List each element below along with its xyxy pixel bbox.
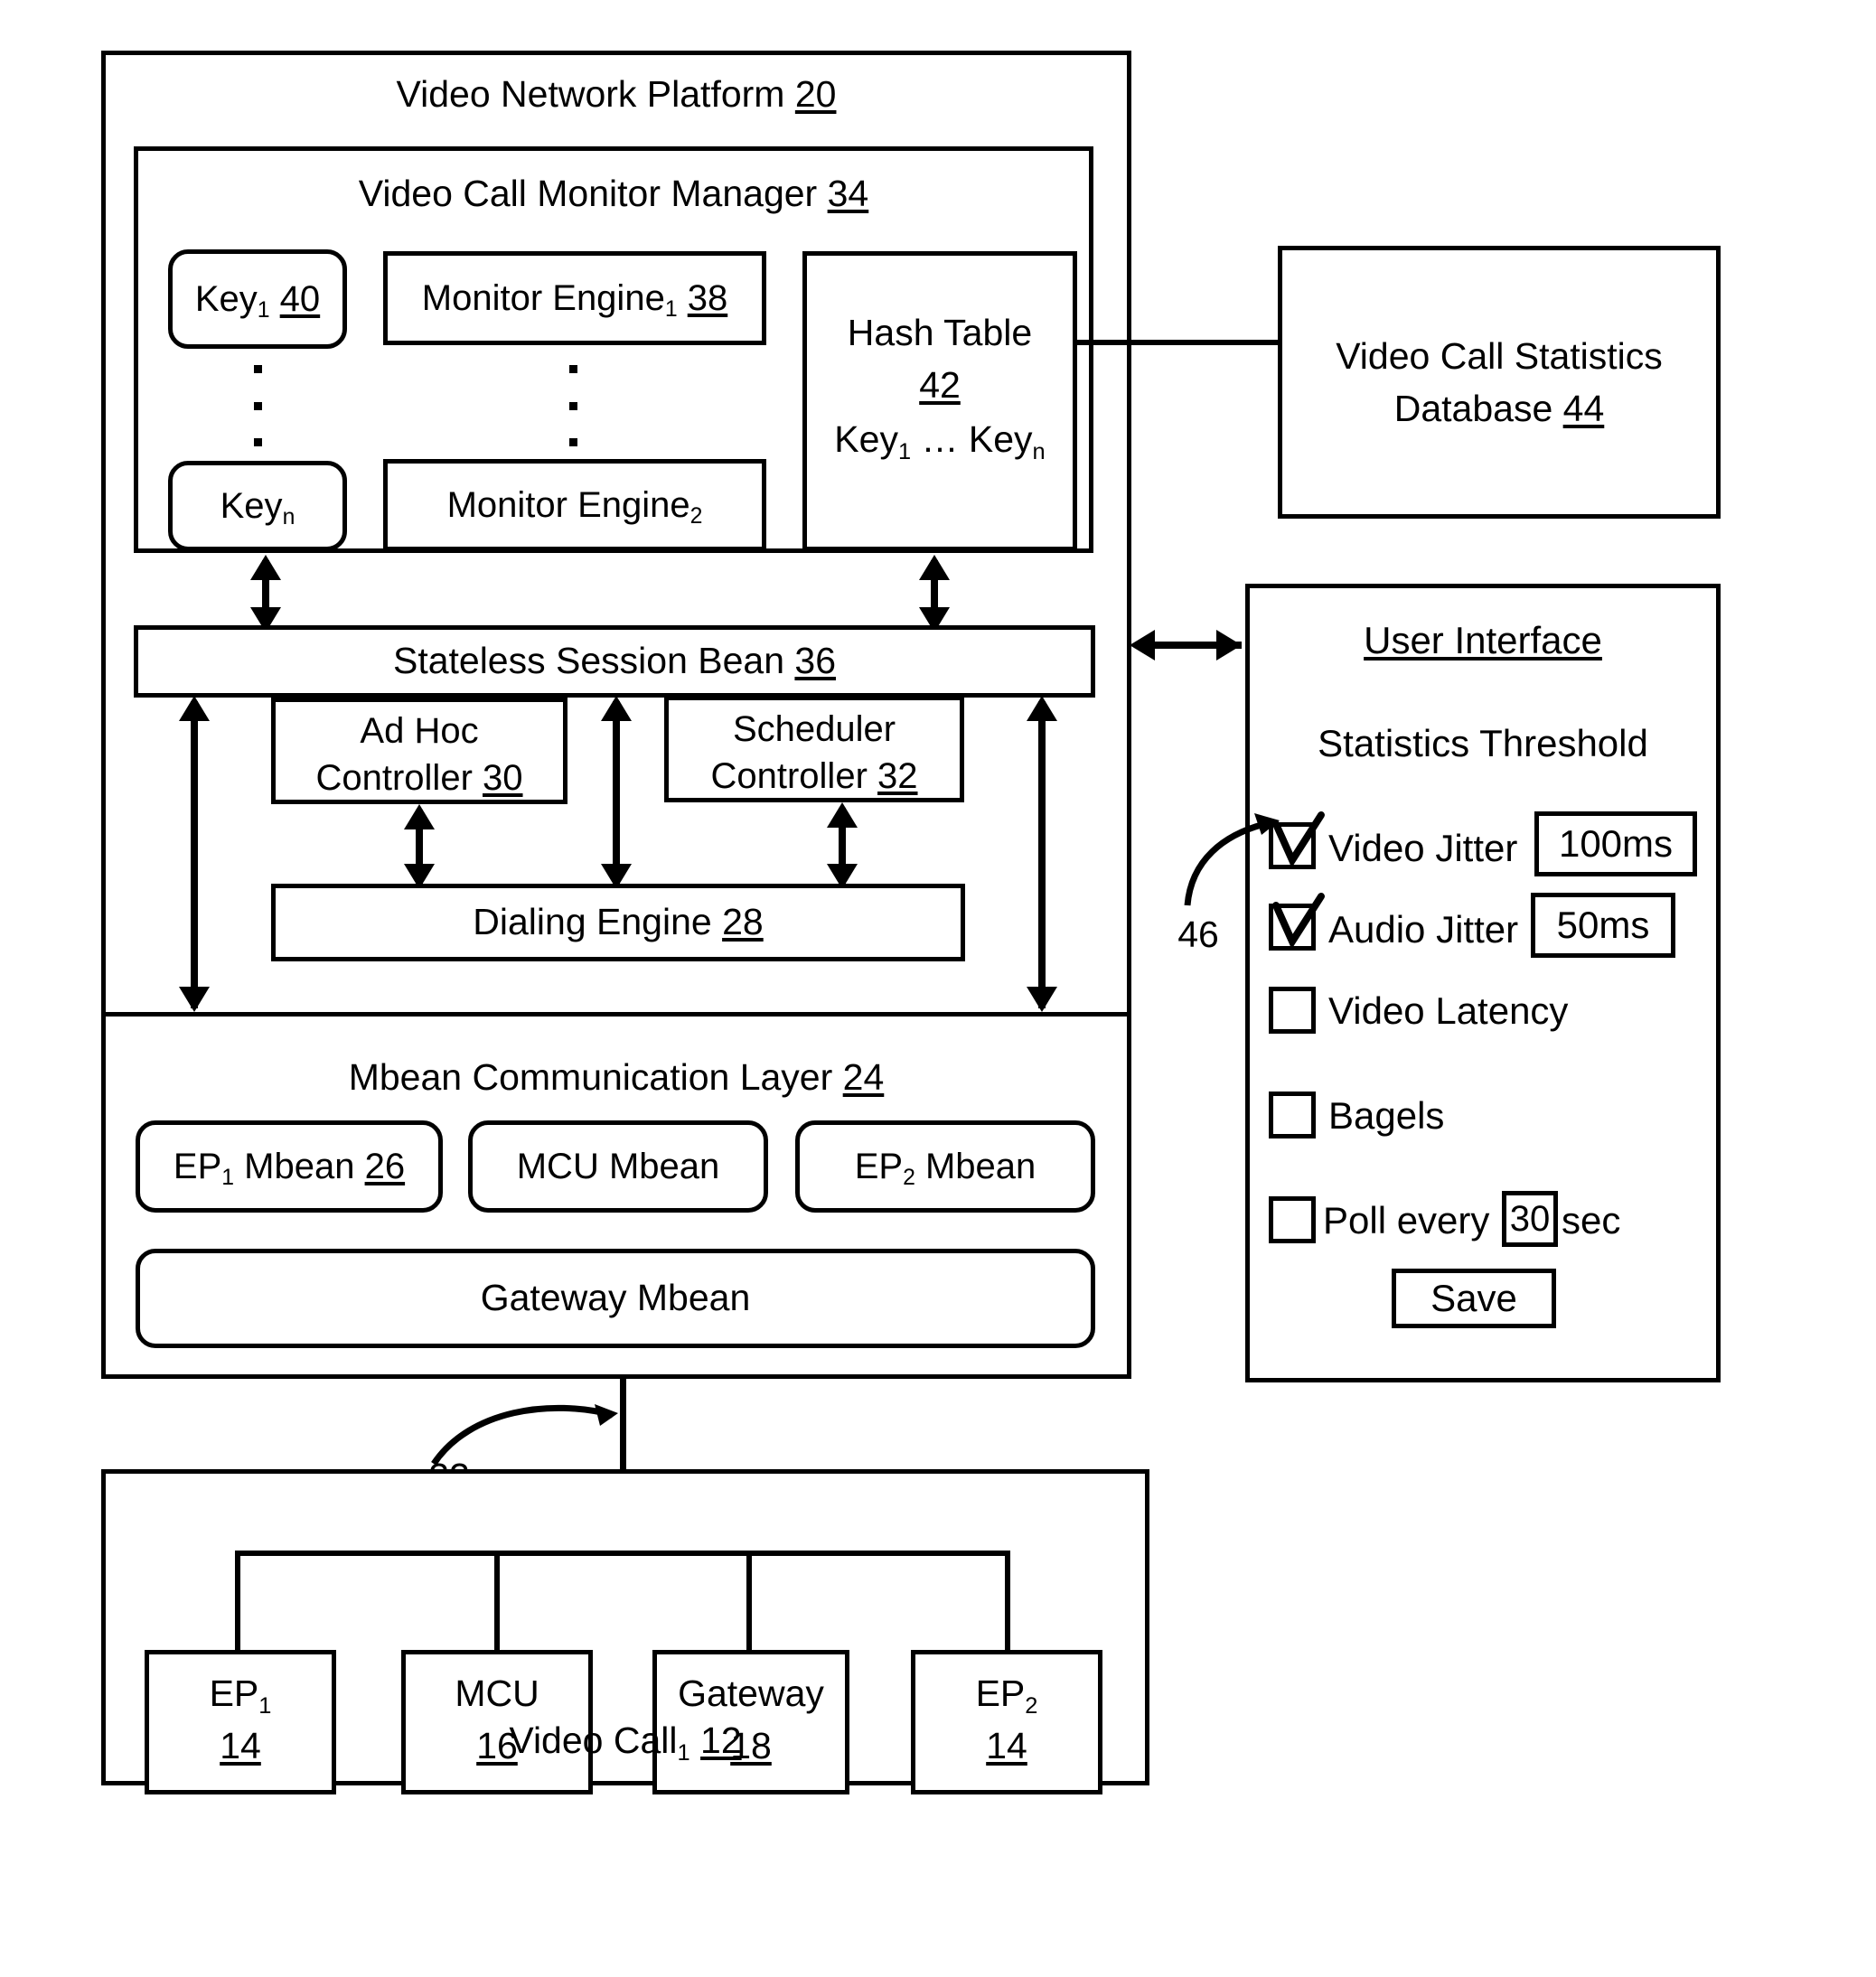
video-call-drop-ep2 (1005, 1551, 1010, 1652)
key-n-box: Keyn (168, 461, 347, 551)
video-call-drop-mcu (494, 1551, 500, 1652)
ssb-mbean-right-arrow-down (1027, 987, 1057, 1012)
ref-46-label: 46 (1177, 914, 1219, 955)
value-field-video-jitter[interactable]: 100ms (1534, 811, 1697, 876)
monitor-manager-label: Video Call Monitor Manager (358, 173, 818, 214)
user-interface-panel (1245, 584, 1721, 1382)
platform-ref: 20 (794, 73, 837, 115)
save-button-label: Save (1430, 1277, 1517, 1319)
monitor-engine-2-box: Monitor Engine2 (383, 459, 766, 551)
video-call-statistics-database-box (1278, 246, 1721, 519)
save-button[interactable]: Save (1392, 1269, 1556, 1328)
mcu-mbean-label: MCU Mbean (516, 1147, 720, 1186)
monitor-engine-2-label: Monitor Engine2 (446, 485, 703, 529)
hashtable-db-connector (1077, 340, 1278, 345)
mm-ssb-right-arrow-up (919, 555, 950, 580)
mcu-node-label: MCU (455, 1672, 539, 1714)
video-call-caption: Video Call1 12 (509, 1719, 742, 1766)
key-ellipsis-icon (254, 365, 262, 446)
statistics-db-line2: Database 44 (1393, 388, 1605, 429)
ep1-mbean-box: EP1 Mbean 26 (136, 1120, 443, 1213)
engine-ellipsis-icon (569, 365, 577, 446)
checkbox-video-jitter[interactable] (1269, 822, 1316, 869)
hash-table-keys: Key1 … Keyn (834, 418, 1046, 464)
adhoc-dialing-arrow-up (404, 804, 435, 829)
user-interface-title: User Interface (1364, 619, 1602, 661)
ssb-dialing-shaft (613, 701, 620, 884)
ssb-dialing-arrow-up (601, 696, 632, 721)
ad-hoc-controller-line2: Controller 30 (315, 758, 523, 798)
key-n-label: Keyn (220, 486, 295, 530)
ssb-ui-arrow-left (1130, 630, 1155, 661)
ep2-mbean-box: EP2 Mbean (795, 1120, 1095, 1213)
ep2-node-label: EP2 (975, 1672, 1038, 1719)
label-poll-prefix: Poll every (1323, 1199, 1490, 1241)
platform-label: Video Network Platform (396, 73, 785, 115)
gateway-node-label: Gateway (678, 1672, 824, 1714)
label-video-latency: Video Latency (1328, 989, 1569, 1032)
value-audio-jitter: 50ms (1556, 904, 1650, 946)
label-poll-suffix: sec (1562, 1199, 1621, 1241)
scheduler-controller-line1: Scheduler (732, 709, 896, 749)
gateway-mbean-label: Gateway Mbean (480, 1277, 751, 1319)
key-1-box: Key1 40 (168, 249, 347, 349)
mm-ssb-left-arrow-up (250, 555, 281, 580)
label-bagels: Bagels (1328, 1094, 1445, 1137)
video-call-drop-ep1 (235, 1551, 240, 1652)
ssb-mbean-right-arrow-up (1027, 696, 1057, 721)
dialing-engine-box: Dialing Engine 28 (271, 884, 965, 961)
ssb-ui-arrow-right (1216, 630, 1242, 661)
video-network-platform-title: Video Network Platform 20 (101, 72, 1131, 116)
video-call-bus (235, 1551, 1010, 1556)
value-video-jitter: 100ms (1558, 822, 1674, 865)
ad-hoc-controller-line1: Ad Hoc (360, 711, 479, 751)
ssb-mbean-right-shaft (1038, 701, 1046, 1008)
poll-interval-value: 30 (1509, 1198, 1551, 1239)
poll-interval-field[interactable]: 30 (1502, 1191, 1558, 1247)
ssb-mbean-left-arrow-up (179, 696, 210, 721)
ssb-mbean-left-shaft (191, 701, 198, 1008)
video-call-drop-gateway (746, 1551, 752, 1652)
monitor-engine-1-label: Monitor Engine1 38 (421, 278, 728, 323)
key-1-label: Key1 40 (194, 279, 321, 323)
mcu-mbean-box: MCU Mbean (468, 1120, 768, 1213)
monitor-engine-1-box: Monitor Engine1 38 (383, 251, 766, 345)
value-field-audio-jitter[interactable]: 50ms (1531, 893, 1675, 958)
statistics-db-line1: Video Call Statistics (1336, 335, 1663, 377)
checkbox-poll[interactable] (1269, 1196, 1316, 1243)
hash-table-line1: Hash Table (847, 312, 1033, 353)
dialing-engine-label: Dialing Engine 28 (473, 901, 764, 943)
checkbox-audio-jitter[interactable] (1269, 904, 1316, 951)
mbean-layer-title: Mbean Communication Layer 24 (348, 1056, 885, 1098)
hash-table-ref: 42 (919, 364, 961, 406)
label-audio-jitter: Audio Jitter (1328, 908, 1519, 951)
label-video-jitter: Video Jitter (1328, 827, 1518, 869)
ep1-mbean-label: EP1 Mbean 26 (173, 1147, 406, 1191)
ssb-mbean-left-arrow-down (179, 987, 210, 1012)
scheduler-dialing-arrow-up (827, 802, 858, 828)
gateway-mbean-box: Gateway Mbean (136, 1249, 1095, 1348)
figure-canvas: Video Network Platform 20 Video Call Mon… (0, 0, 1876, 1977)
monitor-manager-ref: 34 (827, 173, 869, 214)
ep2-mbean-label: EP2 Mbean (854, 1147, 1036, 1191)
checkbox-video-latency[interactable] (1269, 987, 1316, 1034)
ep1-node-label: EP1 (209, 1672, 272, 1719)
stateless-session-bean-label: Stateless Session Bean 36 (392, 640, 837, 682)
statistics-threshold-label: Statistics Threshold (1318, 722, 1648, 764)
stateless-session-bean-box: Stateless Session Bean 36 (134, 625, 1095, 698)
scheduler-controller-line2: Controller 32 (710, 756, 918, 796)
monitor-manager-title: Video Call Monitor Manager 34 (134, 172, 1093, 215)
checkbox-bagels[interactable] (1269, 1092, 1316, 1138)
